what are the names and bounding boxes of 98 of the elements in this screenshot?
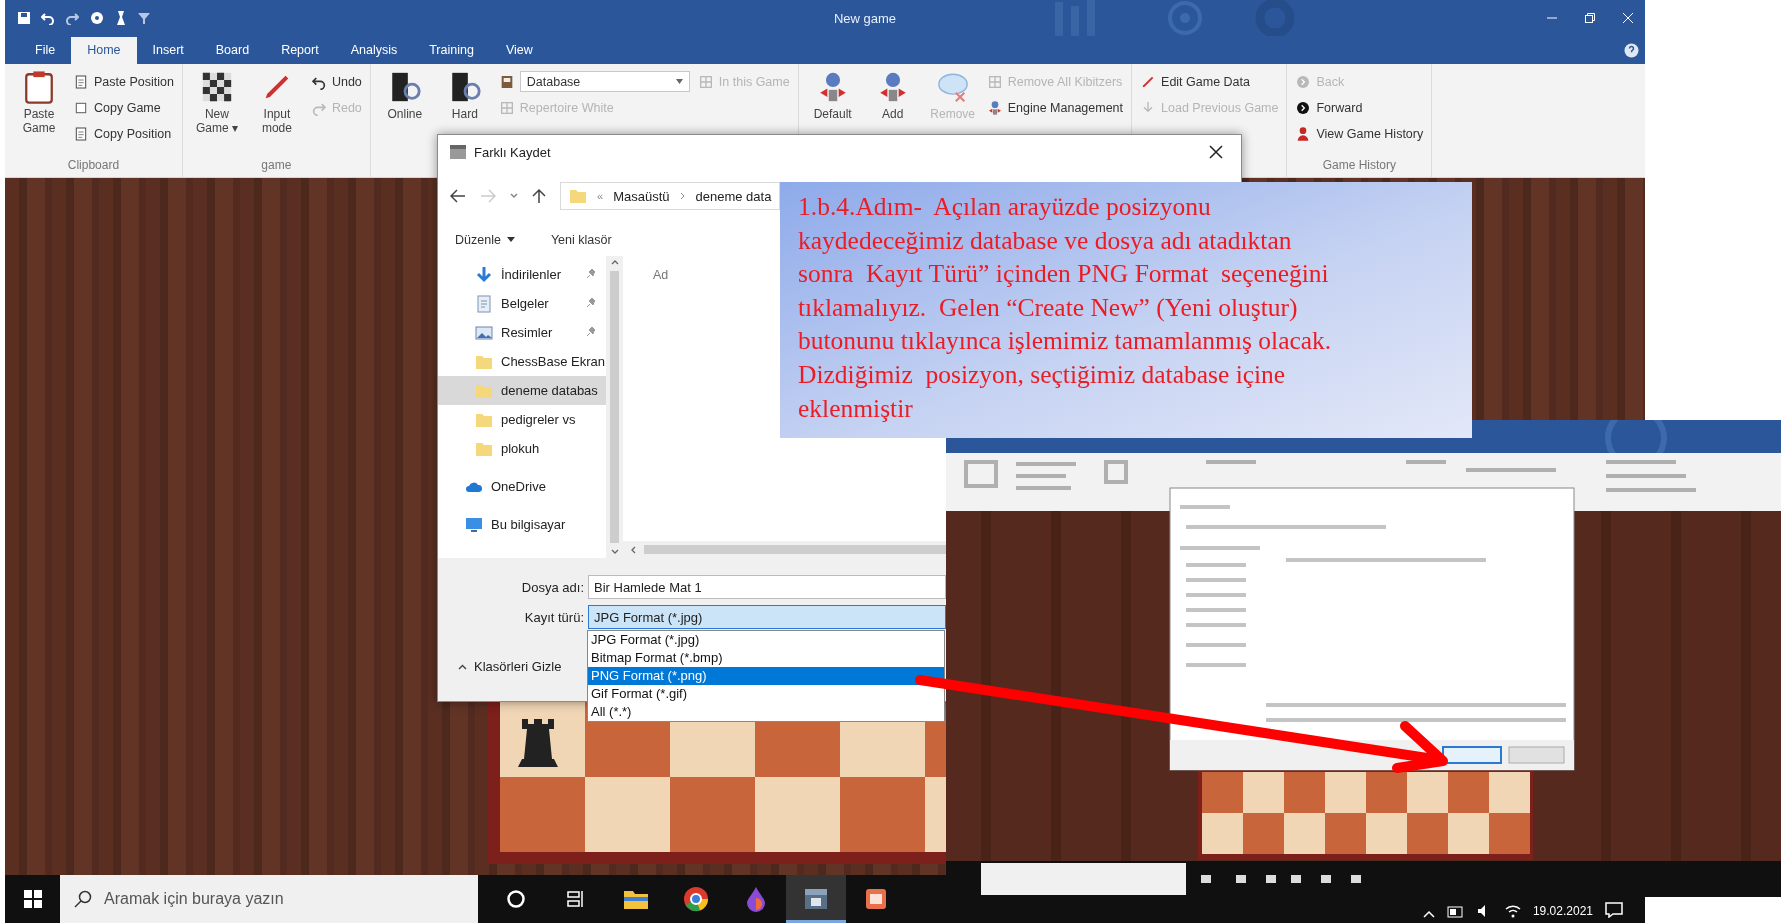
computer-icon — [465, 515, 483, 534]
ribbon-button[interactable]: Paste Position — [73, 70, 174, 93]
caret-icon — [506, 237, 515, 242]
ribbon-button[interactable]: Online — [378, 70, 431, 121]
hide-folders-button[interactable]: Klasörleri Gizle — [452, 658, 568, 675]
task-view-icon[interactable] — [566, 889, 586, 909]
notification-icon[interactable] — [1605, 902, 1623, 918]
ribbon-button[interactable]: Default — [806, 70, 859, 121]
grid-icon — [498, 99, 515, 116]
slides-app-icon[interactable] — [864, 887, 888, 911]
up-arrow-icon[interactable] — [532, 188, 546, 204]
pictures-icon — [475, 323, 493, 342]
taskbar-button[interactable] — [786, 875, 846, 923]
nav-item[interactable]: Belgeler — [438, 289, 606, 318]
ribbon-tab[interactable]: Report — [265, 37, 335, 64]
download-icon — [475, 265, 493, 284]
caret-icon — [675, 79, 683, 84]
breadcrumb-item[interactable]: deneme data — [695, 188, 772, 204]
caret-icon[interactable] — [510, 193, 518, 199]
nav-item[interactable]: ChessBase Ekran — [438, 347, 606, 376]
breadcrumb-item[interactable]: Masaüstü — [613, 188, 670, 204]
new-folder-button[interactable]: Yeni klasör — [550, 232, 612, 247]
ribbon-button[interactable]: Input mode — [250, 70, 303, 135]
database-dropdown[interactable]: Database — [519, 71, 690, 92]
gear-icon[interactable] — [89, 10, 105, 26]
dropdown-option[interactable]: PNG Format (*.png) — [588, 667, 944, 685]
field-label: Kayıt türü: — [523, 609, 585, 625]
clipboard-icon — [22, 70, 56, 104]
column-header[interactable]: Ad — [653, 268, 669, 282]
search-icon — [74, 890, 92, 908]
ribbon-tab[interactable]: Insert — [136, 37, 200, 64]
scrollbar[interactable] — [606, 256, 623, 558]
windows-logo-icon[interactable] — [23, 890, 42, 908]
ribbon-tab[interactable]: View — [489, 37, 549, 64]
ribbon-button[interactable]: Paste Game — [13, 70, 65, 135]
ribbon-tab[interactable]: Board — [199, 37, 266, 64]
ribbon-button[interactable]: Copy Position — [73, 122, 174, 145]
group-title: Game History — [1322, 158, 1397, 172]
group-title: Clipboard — [67, 158, 120, 172]
circle-icon[interactable] — [506, 889, 526, 909]
undo-icon[interactable] — [41, 11, 55, 25]
ribbon-button[interactable]: Forward — [1295, 96, 1424, 119]
document-icon — [475, 294, 493, 313]
restore-icon[interactable] — [1585, 13, 1595, 23]
browser-icon[interactable] — [683, 886, 709, 912]
nav-item[interactable]: OneDrive — [438, 472, 606, 501]
search-field[interactable]: Aramak için buraya yazın — [60, 875, 478, 923]
chevron-right-icon — [679, 192, 686, 200]
back-arrow-icon[interactable] — [450, 189, 466, 203]
nav-item[interactable]: Bu bilgisayar — [438, 510, 606, 539]
nav-item[interactable]: plokuh — [438, 434, 606, 463]
ribbon-button[interactable]: Edit Game Data — [1140, 70, 1279, 93]
scroll-up-icon[interactable] — [610, 260, 619, 265]
close-icon[interactable] — [1209, 145, 1223, 159]
clock-date[interactable]: 19.02.2021 — [1532, 904, 1593, 918]
chevron-up-icon[interactable] — [1422, 910, 1435, 918]
instruction-text: 1.b.4.Adım- Açılan arayüzde posizyonu kaydedeceğimiz database ve dosya adı atadıktan sonra Kayıt Türü” içinden PNG Format seçeneğini tıklamalıyız. Gelen “Create New” (Yeni oluştur) butonunu tıklayınca işlemimiz tamamlanmış olacak. Dizdiğimiz posizyon, seçtiğimiz database içine eklenmiştir — [780, 182, 1472, 438]
drop-icon[interactable] — [745, 886, 767, 912]
document-icon — [73, 125, 89, 142]
battery-icon[interactable] — [1446, 906, 1465, 918]
ribbon-button[interactable]: Copy Game — [73, 96, 174, 119]
scroll-down-icon[interactable] — [610, 549, 619, 554]
help-icon[interactable] — [1624, 43, 1639, 58]
grid-icon — [697, 73, 714, 90]
caret-up-icon — [458, 663, 467, 670]
ribbon-button[interactable]: Engine Management — [986, 96, 1124, 119]
dialog-title: Farklı Kaydet — [474, 144, 551, 160]
folder-icon — [569, 187, 587, 205]
field-label: Dosya adı: — [520, 579, 585, 595]
nav-item[interactable]: pedigreler vs — [438, 405, 606, 434]
overflow-chevron[interactable]: « — [597, 190, 604, 202]
group-title: game — [261, 158, 292, 172]
ribbon-button[interactable]: View Game History — [1295, 122, 1424, 145]
nav-item[interactable]: İndirilenler — [438, 260, 606, 289]
window-title: New game — [833, 10, 897, 26]
ribbon-tab[interactable]: Training — [413, 37, 490, 64]
address-bar[interactable]: « Masaüstü deneme data — [560, 182, 781, 210]
file-type-dropdown[interactable]: JPG Format (*.jpg) — [588, 605, 946, 629]
ribbon-button[interactable]: Hard — [438, 70, 491, 121]
scroll-left-icon[interactable] — [631, 545, 636, 554]
nav-item[interactable]: deneme databas — [438, 376, 606, 405]
document-icon — [73, 73, 89, 90]
funnel-icon[interactable] — [137, 11, 151, 25]
file-name-field[interactable]: Bir Hamlede Mat 1 — [588, 575, 946, 599]
folder-icon[interactable] — [623, 888, 649, 910]
grid-icon — [986, 73, 1003, 90]
ribbon-button[interactable]: New Game ▾ — [190, 70, 243, 135]
redo-icon[interactable] — [65, 11, 79, 25]
organize-button[interactable]: Düzenle — [455, 232, 515, 247]
save-icon[interactable] — [17, 11, 31, 25]
ribbon-tab[interactable]: Analysis — [334, 37, 414, 64]
ribbon-button[interactable]: Add — [866, 70, 919, 121]
ribbon-button[interactable]: Undo — [310, 70, 362, 93]
ribbon-tab[interactable]: Home — [71, 37, 137, 64]
nav-item[interactable]: Resimler — [438, 318, 606, 347]
ribbon-tab[interactable]: File — [19, 37, 72, 64]
wifi-icon[interactable] — [1504, 904, 1521, 918]
window-icon — [450, 145, 466, 159]
